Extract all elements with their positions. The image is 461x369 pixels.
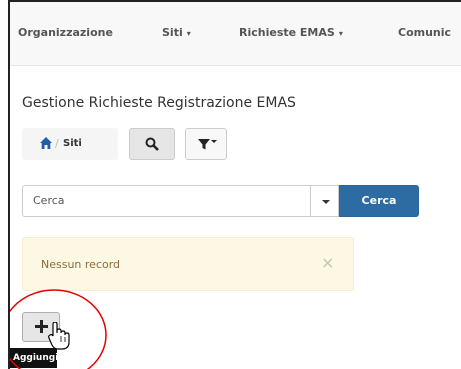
highlight-circle	[10, 289, 107, 369]
nav-item-label: Organizzazione	[18, 26, 113, 39]
caret-down-icon: ▾	[186, 28, 191, 38]
nav-item-label: Comunic	[398, 26, 452, 39]
cerca-button[interactable]: Cerca	[339, 185, 419, 217]
breadcrumb: / Siti	[22, 128, 118, 160]
breadcrumb-item-siti[interactable]: Siti	[63, 138, 82, 149]
app-frame: Organizzazione Siti ▾ Richieste EMAS ▾ Com…	[8, 0, 461, 369]
nav-item-siti[interactable]: Siti ▾	[162, 26, 191, 39]
filter-icon	[198, 139, 210, 150]
no-records-alert: Nessun record ×	[22, 237, 354, 291]
search-options-dropdown[interactable]	[310, 185, 339, 217]
nav-item-label: Siti	[162, 26, 183, 39]
nav-item-organizzazione[interactable]: Organizzazione	[18, 26, 113, 39]
navbar: Organizzazione Siti ▾ Richieste EMAS ▾ Com…	[10, 2, 461, 66]
caret-down-icon	[211, 140, 217, 143]
close-icon[interactable]: ×	[321, 255, 334, 271]
alert-message: Nessun record	[41, 258, 121, 271]
home-icon[interactable]	[39, 136, 53, 150]
search-toggle-button[interactable]	[129, 128, 175, 160]
nav-item-comunicazioni[interactable]: Comunic	[398, 26, 451, 39]
caret-down-icon: ▾	[338, 28, 343, 38]
nav-item-label: Richieste EMAS	[239, 26, 335, 39]
filter-dropdown-button[interactable]	[185, 128, 227, 160]
search-input[interactable]: Cerca	[22, 185, 310, 217]
breadcrumb-separator: /	[55, 137, 59, 150]
search-icon	[145, 137, 159, 151]
nav-item-richieste-emas[interactable]: Richieste EMAS ▾	[239, 26, 343, 39]
page-title: Gestione Richieste Registrazione EMAS	[22, 95, 296, 111]
